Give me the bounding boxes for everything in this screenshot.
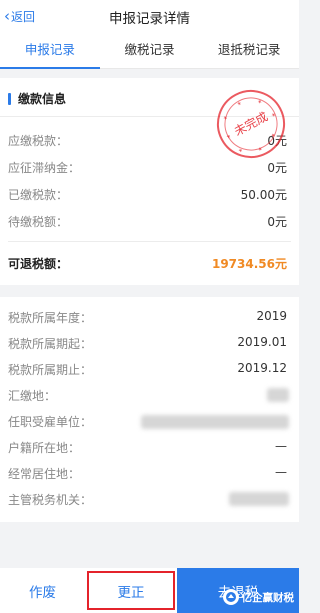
row-value: — (275, 465, 287, 479)
refund-label: 可退税额： (8, 257, 69, 271)
row-label: 汇缴地： (8, 389, 57, 403)
row-value: 2019 (256, 309, 287, 323)
row-tax-paid: 已缴税款： 50.00元 (0, 182, 299, 206)
row-label: 应征滞纳金： (8, 161, 81, 175)
row-value: — (275, 439, 287, 453)
void-button[interactable]: 作废 (0, 568, 85, 613)
row-employer: 任职受雇单位： (0, 409, 299, 433)
row-tax-year: 税款所属年度： 2019 (0, 305, 299, 329)
refund-value: 19734.56元 (211, 257, 287, 271)
row-label: 税款所属年度： (8, 311, 93, 325)
svg-text:★: ★ (257, 98, 264, 106)
watermark: 亿企赢财税 (222, 589, 295, 605)
row-value: 0元 (267, 215, 287, 229)
row-label: 经常居住地： (8, 467, 81, 481)
divider (8, 241, 291, 242)
row-label: 任职受雇单位： (8, 415, 93, 429)
row-value: 50.00元 (240, 188, 287, 202)
tab-refund-records[interactable]: 退抵税记录 (199, 34, 299, 68)
watermark-logo-icon (222, 589, 239, 605)
row-refundable-amount: 可退税额： 19734.56元 (0, 251, 299, 275)
chevron-left-icon: ‹ (4, 7, 10, 25)
payment-info-card: 缴款信息 应缴税款： 0元 应征滞纳金： 0元 已缴税款： 50.00元 待缴税… (0, 78, 299, 285)
row-value: 2019.01 (237, 335, 287, 349)
row-household-registration: 户籍所在地： — (0, 435, 299, 459)
svg-text:★: ★ (222, 114, 229, 122)
bottom-action-bar: 作废 更正 去退税 亿企赢财税 (0, 568, 299, 613)
row-settlement-location: 汇缴地： (0, 383, 299, 407)
tax-detail-card: 税款所属年度： 2019 税款所属期起： 2019.01 税款所属期止： 201… (0, 297, 299, 522)
redacted-value (141, 415, 289, 429)
row-label: 应缴税款： (8, 134, 69, 148)
row-period-start: 税款所属期起： 2019.01 (0, 331, 299, 355)
tab-payment-records[interactable]: 缴税记录 (100, 34, 200, 68)
back-button[interactable]: ‹ 返回 (4, 8, 35, 25)
row-label: 税款所属期起： (8, 337, 93, 351)
redacted-value (267, 388, 289, 402)
row-value: 0元 (267, 161, 287, 175)
section-title: 缴款信息 (18, 92, 67, 106)
row-label: 税款所属期止： (8, 363, 93, 377)
void-label: 作废 (29, 584, 56, 601)
row-label: 户籍所在地： (8, 441, 81, 455)
go-refund-button[interactable]: 去退税 亿企赢财税 (177, 568, 299, 613)
row-tax-pending: 待缴税额： 0元 (0, 209, 299, 233)
row-label: 待缴税额： (8, 215, 69, 229)
row-period-end: 税款所属期止： 2019.12 (0, 357, 299, 381)
redacted-value (229, 492, 289, 506)
nav-bar: ‹ 返回 申报记录详情 (0, 0, 299, 34)
row-label: 已缴税款： (8, 188, 69, 202)
correct-button[interactable]: 更正 (85, 568, 177, 613)
tab-bar: 申报记录 缴税记录 退抵税记录 (0, 34, 299, 69)
row-label: 主管税务机关： (8, 493, 93, 507)
stamp-text: 未完成 (231, 108, 270, 138)
section-marker (8, 93, 11, 105)
row-value: 2019.12 (237, 361, 287, 375)
row-tax-authority: 主管税务机关： (0, 487, 299, 511)
page-title: 申报记录详情 (109, 11, 190, 27)
svg-text:★: ★ (270, 132, 277, 140)
watermark-text: 亿企赢财税 (241, 591, 295, 604)
back-label: 返回 (11, 10, 36, 24)
tab-declaration-records[interactable]: 申报记录 (0, 34, 100, 69)
row-residence: 经常居住地： — (0, 461, 299, 485)
svg-text:★: ★ (225, 133, 232, 141)
highlight-box (87, 571, 175, 610)
svg-text:★: ★ (236, 100, 243, 108)
